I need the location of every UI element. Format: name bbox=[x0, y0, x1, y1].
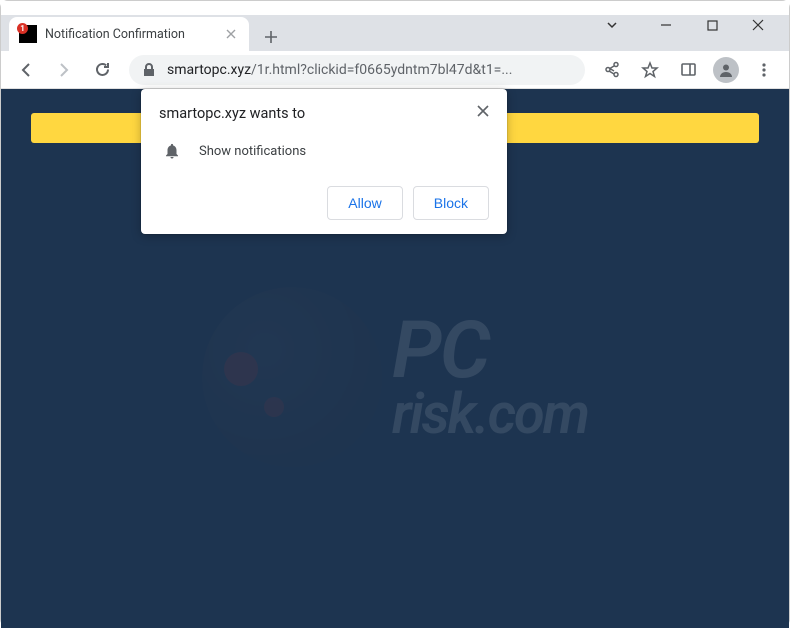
close-tab-button[interactable] bbox=[223, 26, 239, 42]
reload-button[interactable] bbox=[85, 55, 119, 85]
url-text: smartopc.xyz/1r.html?clickid=f0665ydntm7… bbox=[167, 62, 573, 78]
bookmark-button[interactable] bbox=[633, 55, 667, 85]
watermark-globe-icon bbox=[202, 287, 382, 467]
bell-icon bbox=[163, 142, 181, 160]
window-controls bbox=[589, 9, 781, 41]
menu-button[interactable] bbox=[747, 55, 781, 85]
block-button[interactable]: Block bbox=[413, 186, 489, 220]
browser-toolbar: smartopc.xyz/1r.html?clickid=f0665ydntm7… bbox=[1, 51, 789, 89]
side-panel-button[interactable] bbox=[671, 55, 705, 85]
maximize-button[interactable] bbox=[689, 9, 735, 41]
url-path: /1r.html?clickid=f0665ydntm7bl47d&t1=... bbox=[251, 62, 512, 78]
profile-button[interactable] bbox=[709, 55, 743, 85]
permission-title: smartopc.xyz wants to bbox=[159, 105, 305, 122]
avatar-icon bbox=[713, 57, 739, 83]
watermark-line1: PC bbox=[392, 312, 588, 388]
permission-close-button[interactable] bbox=[473, 101, 493, 121]
watermark-text: PC risk.com bbox=[392, 312, 588, 441]
tab-favicon: 1 bbox=[19, 25, 37, 43]
lock-icon bbox=[141, 62, 157, 78]
forward-button[interactable] bbox=[47, 55, 81, 85]
minimize-button[interactable] bbox=[643, 9, 689, 41]
notification-badge: 1 bbox=[17, 23, 28, 34]
address-bar[interactable]: smartopc.xyz/1r.html?clickid=f0665ydntm7… bbox=[129, 55, 585, 85]
new-tab-button[interactable] bbox=[257, 23, 285, 51]
tab-title: Notification Confirmation bbox=[45, 27, 215, 42]
tab-search-button[interactable] bbox=[589, 9, 635, 41]
browser-tab[interactable]: 1 Notification Confirmation bbox=[9, 17, 249, 51]
permission-wants-to: wants to bbox=[246, 105, 305, 122]
watermark: PC risk.com bbox=[202, 287, 588, 467]
watermark-line2: risk.com bbox=[392, 388, 588, 441]
close-window-button[interactable] bbox=[735, 9, 781, 41]
back-button[interactable] bbox=[9, 55, 43, 85]
share-button[interactable] bbox=[595, 55, 629, 85]
allow-button[interactable]: Allow bbox=[327, 186, 402, 220]
notification-permission-dialog: smartopc.xyz wants to Show notifications… bbox=[141, 89, 507, 234]
permission-description: Show notifications bbox=[199, 144, 306, 159]
permission-origin: smartopc.xyz bbox=[159, 105, 246, 122]
url-domain: smartopc.xyz bbox=[167, 62, 251, 78]
